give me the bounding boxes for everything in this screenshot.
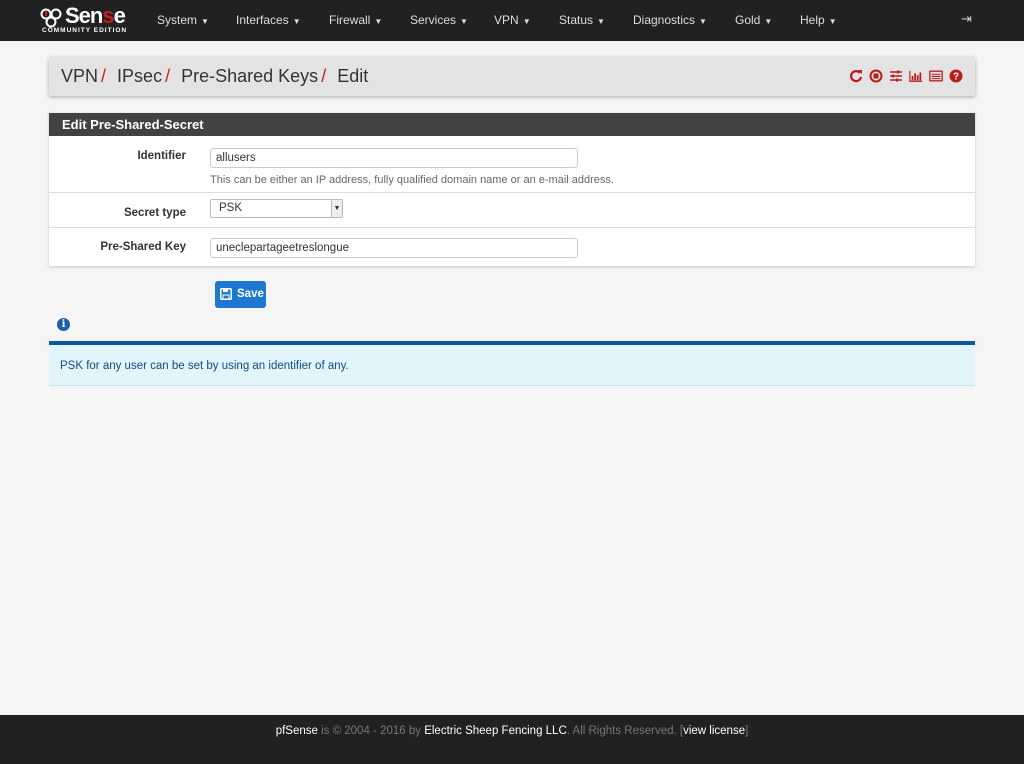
menu-label: Gold bbox=[735, 13, 761, 27]
help-icon[interactable]: ? bbox=[949, 69, 963, 83]
psk-label: Pre-Shared Key bbox=[100, 241, 186, 253]
caret-down-icon: ▼ bbox=[699, 17, 707, 26]
footer: pfSense is © 2004 - 2016 by Electric She… bbox=[0, 715, 1024, 764]
menu-label: Help bbox=[800, 13, 825, 27]
menu-status[interactable]: Status ▼ bbox=[559, 0, 605, 41]
breadcrumb-ipsec[interactable]: IPsec bbox=[117, 66, 162, 86]
pfsense-logo[interactable]: Sense COMMUNITY EDITION bbox=[40, 3, 132, 36]
top-navbar: Sense COMMUNITY EDITION System ▼ Interfac… bbox=[0, 0, 1024, 41]
log-list-icon[interactable] bbox=[929, 69, 943, 83]
info-text: PSK for any user can be set by using an … bbox=[60, 360, 349, 372]
menu-system[interactable]: System ▼ bbox=[157, 0, 209, 41]
breadcrumb-pre-shared-keys[interactable]: Pre-Shared Keys bbox=[181, 66, 318, 86]
svg-text:?: ? bbox=[953, 72, 959, 83]
menu-label: Services bbox=[410, 13, 457, 27]
restart-icon[interactable] bbox=[849, 69, 863, 83]
caret-down-icon: ▼ bbox=[828, 17, 837, 26]
breadcrumb-edit: Edit bbox=[337, 66, 369, 86]
caret-down-icon: ▼ bbox=[597, 17, 605, 26]
footer-rights: . All Rights Reserved. [ bbox=[566, 725, 684, 737]
panel-title: Edit Pre-Shared-Secret bbox=[49, 113, 975, 136]
stop-icon[interactable] bbox=[869, 69, 883, 83]
secret-type-select[interactable]: PSK ▼ bbox=[210, 199, 343, 218]
save-button[interactable]: Save bbox=[215, 281, 266, 308]
footer-company-link[interactable]: Electric Sheep Fencing LLC bbox=[424, 725, 567, 737]
menu-label: Diagnostics bbox=[633, 13, 696, 27]
identifier-help: This can be either an IP address, fully … bbox=[210, 174, 614, 186]
menu-vpn[interactable]: VPN ▼ bbox=[494, 0, 531, 41]
menu-firewall[interactable]: Firewall ▼ bbox=[329, 0, 382, 41]
menu-services[interactable]: Services ▼ bbox=[410, 0, 468, 41]
save-label: Save bbox=[237, 288, 264, 300]
select-arrow-icon: ▼ bbox=[331, 200, 342, 217]
footer-bracket: ] bbox=[745, 725, 749, 737]
breadcrumb-vpn[interactable]: VPN bbox=[61, 66, 98, 86]
view-license-link[interactable]: view license bbox=[683, 725, 745, 737]
save-icon bbox=[220, 288, 232, 300]
breadcrumb: VPN / IPsec / Pre-Shared Keys / Edit bbox=[61, 66, 369, 86]
menu-label: Firewall bbox=[329, 13, 371, 27]
caret-down-icon: ▼ bbox=[764, 17, 773, 26]
logo-wordmark: Sense bbox=[65, 3, 126, 28]
info-icon[interactable]: i bbox=[57, 318, 70, 331]
logo-edition: COMMUNITY EDITION bbox=[42, 27, 128, 34]
menu-label: Interfaces bbox=[236, 13, 289, 27]
identifier-label: Identifier bbox=[137, 150, 186, 162]
menu-label: VPN bbox=[494, 13, 519, 27]
psk-row: Pre-Shared Key uneclepartageetreslongue bbox=[49, 227, 975, 266]
identifier-input[interactable]: allusers bbox=[210, 148, 578, 168]
menu-interfaces[interactable]: Interfaces ▼ bbox=[236, 0, 301, 41]
settings-sliders-icon[interactable] bbox=[889, 69, 903, 83]
footer-brand: pfSense bbox=[275, 725, 318, 737]
menu-diagnostics[interactable]: Diagnostics ▼ bbox=[633, 0, 707, 41]
footer-copyright: is © 2004 - 2016 by bbox=[317, 725, 425, 737]
sign-out-icon[interactable]: ⇥ bbox=[961, 11, 972, 27]
secret-type-value: PSK bbox=[219, 202, 243, 214]
menu-label: System bbox=[157, 13, 198, 27]
info-alert: PSK for any user can be set by using an … bbox=[49, 341, 975, 386]
menu-gold[interactable]: Gold ▼ bbox=[735, 0, 772, 41]
secret-type-row: Secret type PSK ▼ bbox=[49, 192, 975, 227]
caret-down-icon: ▼ bbox=[374, 17, 383, 26]
caret-down-icon: ▼ bbox=[460, 17, 468, 26]
menu-label: Status bbox=[559, 13, 594, 27]
secret-type-label: Secret type bbox=[123, 207, 186, 219]
menu-help[interactable]: Help ▼ bbox=[800, 0, 837, 41]
bar-chart-icon[interactable] bbox=[909, 69, 923, 83]
breadcrumb-bar: VPN / IPsec / Pre-Shared Keys / Edit ? bbox=[49, 57, 975, 96]
psk-input[interactable]: uneclepartageetreslongue bbox=[210, 238, 578, 258]
caret-down-icon: ▼ bbox=[522, 17, 531, 26]
edit-psk-panel: Edit Pre-Shared-Secret Identifier alluse… bbox=[49, 113, 975, 266]
caret-down-icon: ▼ bbox=[292, 17, 301, 26]
identifier-row: Identifier allusers This can be either a… bbox=[49, 136, 975, 192]
logo-rings-icon bbox=[40, 8, 62, 28]
caret-down-icon: ▼ bbox=[201, 17, 209, 26]
